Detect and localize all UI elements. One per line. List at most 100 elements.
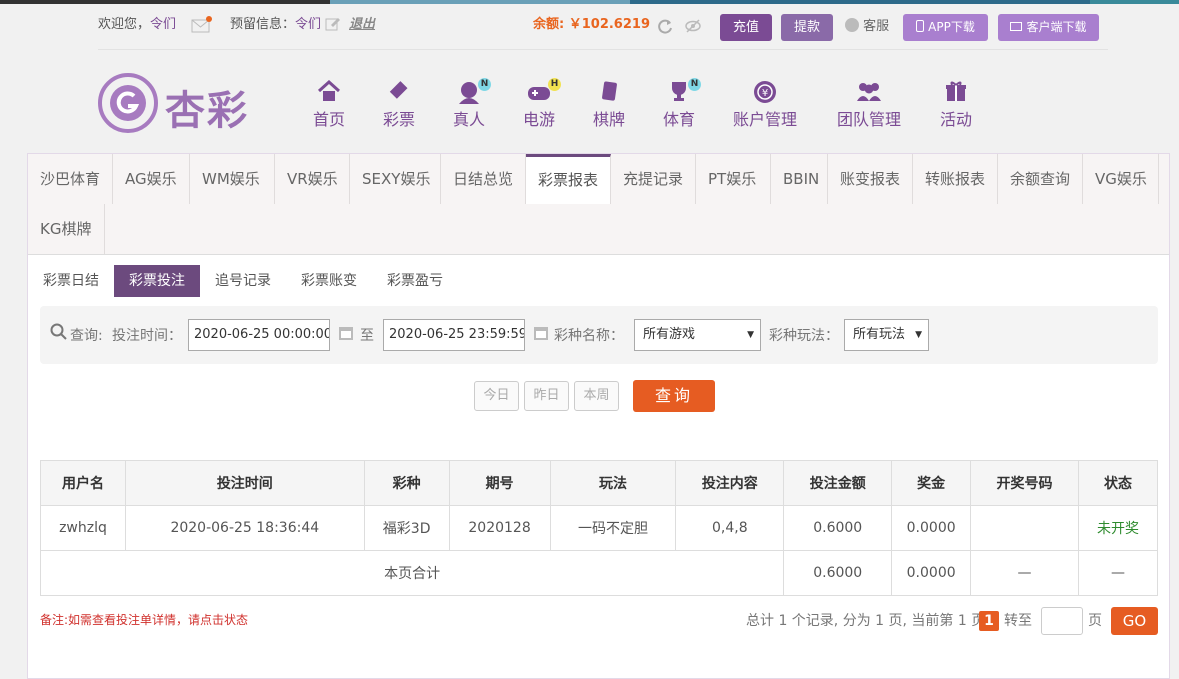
query-label: 查询: [70,328,103,344]
tab-pt[interactable]: PT娱乐 [696,154,771,204]
welcome-text: 欢迎您， [98,17,151,32]
column-header: 投注时间 [124,460,365,506]
total-label: 本页合计 [39,550,785,596]
subtab-lottery-profit[interactable]: 彩票盈亏 [387,265,443,297]
tab-wm[interactable]: WM娱乐 [190,154,275,204]
subtab-lottery-daily[interactable]: 彩票日结 [43,265,99,297]
total-bonus: 0.0000 [891,550,972,596]
logout-link[interactable]: 退出 [349,14,375,36]
today-button[interactable]: 今日 [474,381,519,411]
column-header: 状态 [1077,460,1159,506]
gamepad-icon: H [521,78,561,106]
tab-deposit-withdraw[interactable]: 充提记录 [611,154,696,204]
logo-text: 杏彩 [165,87,249,134]
tab-saba-sports[interactable]: 沙巴体育 [28,154,113,204]
current-page-badge[interactable]: 1 [979,611,999,631]
nav-live[interactable]: N 真人 [451,78,491,130]
report-tabs: 沙巴体育 AG娱乐 WM娱乐 VR娱乐 SEXY娱乐 日结总览 彩票报表 充提记… [28,154,1169,255]
phone-icon [916,20,925,32]
cell-game: 福彩3D [363,505,450,551]
trophy-icon: N [661,78,701,106]
new-badge: N [478,78,491,91]
column-header: 投注金额 [783,460,893,506]
play-type-label: 彩种玩法： [769,328,839,344]
column-header: 投注内容 [675,460,785,506]
nav-account[interactable]: ¥ 账户管理 [731,80,799,130]
search-button[interactable]: 查询 [633,380,715,412]
yesterday-button[interactable]: 昨日 [524,381,569,411]
client-download-button[interactable]: 客户端下载 [998,14,1099,41]
chevron-down-icon: ▼ [915,330,922,340]
monitor-icon [1010,22,1023,31]
goto-label: 转至 [1004,613,1032,629]
site-logo[interactable]: 杏彩 [98,72,258,134]
hide-balance-icon[interactable] [684,17,702,43]
headset-icon [845,18,859,32]
new-badge: N [688,78,701,91]
svg-text:¥: ¥ [762,88,768,99]
subtab-lottery-changes[interactable]: 彩票账变 [301,265,357,297]
tab-ag[interactable]: AG娱乐 [113,154,190,204]
pager-summary: 总计 1 个记录, 分为 1 页, 当前第 1 页 [746,613,986,629]
tab-balance-query[interactable]: 余额查询 [998,154,1083,204]
edit-icon[interactable] [325,16,341,40]
refresh-icon[interactable] [656,17,674,43]
page-number-input[interactable] [1041,607,1083,635]
nav-slots[interactable]: H 电游 [521,78,561,130]
recharge-button[interactable]: 充值 [720,14,772,41]
home-icon [311,79,347,106]
total-status: — [1077,550,1159,596]
go-button[interactable]: GO [1111,607,1158,635]
mail-icon[interactable] [191,16,213,42]
note-text: 备注:如需查看投注单详情，请点击状态 [40,613,249,627]
game-select[interactable]: 所有游戏 ▼ [634,319,761,351]
cell-bonus: 0.0000 [891,505,972,551]
play-type-select[interactable]: 所有玩法 ▼ [844,319,929,351]
this-week-button[interactable]: 本周 [574,381,619,411]
nav-home[interactable]: 首页 [311,79,347,130]
cell-time: 2020-06-25 18:36:44 [124,505,365,551]
page-label: 页 [1088,613,1102,629]
end-time-input[interactable]: 2020-06-25 23:59:59 [383,319,525,351]
column-header: 期号 [448,460,551,506]
calendar-icon[interactable] [338,325,354,345]
reserved-value: 令们 [295,17,322,32]
tab-lottery-report[interactable]: 彩票报表 [526,154,611,204]
cell-draw-numbers [970,505,1079,551]
column-header: 开奖号码 [970,460,1079,506]
report-panel: 沙巴体育 AG娱乐 WM娱乐 VR娱乐 SEXY娱乐 日结总览 彩票报表 充提记… [27,153,1170,679]
tab-sexy[interactable]: SEXY娱乐 [350,154,441,204]
subtab-chase-records[interactable]: 追号记录 [215,265,271,297]
status-link[interactable]: 未开奖 [1077,505,1159,551]
customer-service-link[interactable]: 客服 [845,16,889,38]
tab-vg[interactable]: VG娱乐 [1083,154,1159,204]
chevron-down-icon: ▼ [747,330,754,340]
nav-lottery[interactable]: 彩票 [381,80,417,130]
nav-team[interactable]: 团队管理 [835,80,903,130]
tab-vr[interactable]: VR娱乐 [275,154,350,204]
withdraw-button[interactable]: 提款 [781,14,833,41]
total-numbers: — [970,550,1079,596]
nav-activity[interactable]: 活动 [938,80,974,130]
table-header-row: 用户名 投注时间 彩种 期号 玩法 投注内容 投注金额 奖金 开奖号码 状态 [40,460,1159,506]
column-header: 彩种 [363,460,450,506]
hot-badge: H [548,78,561,91]
tab-daily-overview[interactable]: 日结总览 [441,154,526,204]
top-color-bar [0,0,1179,4]
start-time-input[interactable]: 2020-06-25 00:00:00 [188,319,330,351]
nav-sports[interactable]: N 体育 [661,78,701,130]
tab-bbin[interactable]: BBIN [771,154,828,204]
calendar-icon[interactable] [533,325,549,345]
nav-cards[interactable]: 棋牌 [591,80,627,130]
tab-transfer-report[interactable]: 转账报表 [913,154,998,204]
subtab-lottery-bets[interactable]: 彩票投注 [114,265,200,297]
username-link[interactable]: 令们 [150,17,176,32]
header-divider [98,49,1108,50]
table-total-row: 本页合计 0.6000 0.0000 — — [39,550,1159,596]
bet-time-label: 投注时间： [112,328,182,344]
total-amount: 0.6000 [783,550,893,596]
tab-kg-cards[interactable]: KG棋牌 [28,204,105,254]
app-download-button[interactable]: APP下载 [903,14,988,41]
cell-user: zwhzlq [40,505,126,551]
tab-account-change[interactable]: 账变报表 [828,154,913,204]
